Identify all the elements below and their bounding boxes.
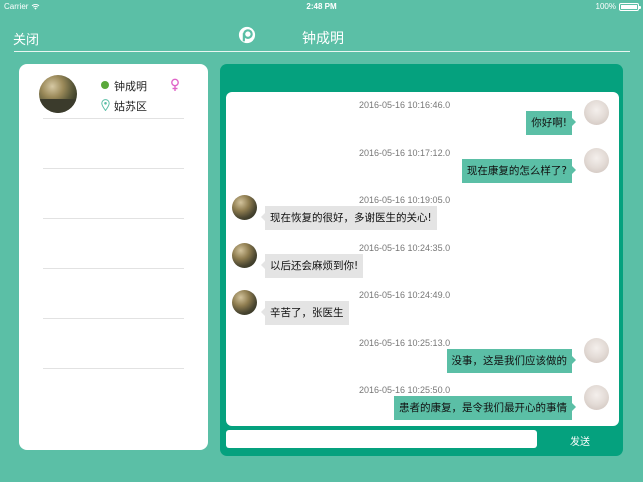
doctor-message-bubble: 患者的康复，是令我们最开心的事情 bbox=[394, 396, 576, 420]
doctor-avatar bbox=[584, 147, 609, 173]
patient-avatar-small bbox=[232, 195, 257, 220]
patient-name: 钟成明 bbox=[114, 80, 147, 93]
status-bar: Carrier 2:48 PM 100% bbox=[0, 0, 643, 14]
patient-list-panel: 钟成明 姑苏区 bbox=[19, 64, 208, 450]
battery-percent: 100% bbox=[595, 2, 616, 11]
list-divider bbox=[43, 218, 184, 219]
message-timestamp: 2016-05-16 10:25:50.0 bbox=[359, 385, 451, 395]
message-input[interactable] bbox=[226, 430, 537, 448]
patient-district: 姑苏区 bbox=[114, 100, 147, 113]
patient-avatar-small bbox=[232, 290, 257, 315]
close-button[interactable]: 关闭 bbox=[13, 29, 39, 48]
doctor-avatar bbox=[584, 337, 609, 363]
message-timestamp: 2016-05-16 10:24:49.0 bbox=[359, 290, 451, 300]
chat-message-list[interactable]: 2016-05-16 10:16:46.0 你好啊! 2016-05-16 10:1… bbox=[226, 92, 619, 426]
message-timestamp: 2016-05-16 10:24:35.0 bbox=[359, 242, 451, 253]
patient-message-bubble: 现在恢复的很好，多谢医生的关心! bbox=[261, 206, 437, 230]
patient-list-item[interactable]: 钟成明 姑苏区 bbox=[19, 64, 208, 120]
list-divider bbox=[43, 318, 184, 319]
patient-avatar-small bbox=[232, 242, 257, 268]
message-timestamp: 2016-05-16 10:17:12.0 bbox=[359, 147, 451, 158]
message-timestamp: 2016-05-16 10:19:05.0 bbox=[359, 195, 451, 205]
message-timestamp: 2016-05-16 10:16:46.0 bbox=[359, 100, 451, 110]
location-pin-icon bbox=[101, 99, 110, 111]
status-right: 100% bbox=[595, 2, 641, 11]
message-timestamp: 2016-05-16 10:25:13.0 bbox=[359, 337, 451, 348]
patient-avatar bbox=[39, 75, 77, 113]
doctor-avatar bbox=[584, 385, 609, 410]
list-divider bbox=[43, 168, 184, 169]
battery-icon bbox=[619, 2, 641, 11]
patient-message-bubble: 以后还会麻烦到你! bbox=[260, 253, 364, 278]
app-logo-icon bbox=[238, 26, 256, 44]
doctor-avatar bbox=[584, 100, 609, 125]
page-title: 钟成明 bbox=[302, 31, 344, 47]
send-button[interactable]: 发送 bbox=[570, 433, 590, 448]
doctor-message-bubble: 你好啊! bbox=[526, 111, 576, 135]
list-divider bbox=[43, 118, 184, 119]
list-divider bbox=[43, 268, 184, 269]
doctor-message-bubble: 没事，这是我们应该做的 bbox=[446, 348, 576, 373]
list-divider bbox=[43, 368, 184, 369]
online-status-dot bbox=[101, 81, 109, 89]
doctor-message-bubble: 现在康复的怎么样了? bbox=[461, 158, 577, 183]
nav-divider bbox=[14, 51, 630, 52]
female-icon bbox=[171, 78, 179, 91]
chat-panel: 2016-05-16 10:16:46.0 你好啊! 2016-05-16 10:1… bbox=[220, 64, 623, 456]
nav-bar: 关闭 钟成明 bbox=[0, 14, 643, 54]
status-time: 2:48 PM bbox=[306, 2, 337, 11]
patient-message-bubble: 辛苦了，张医生 bbox=[261, 301, 349, 325]
